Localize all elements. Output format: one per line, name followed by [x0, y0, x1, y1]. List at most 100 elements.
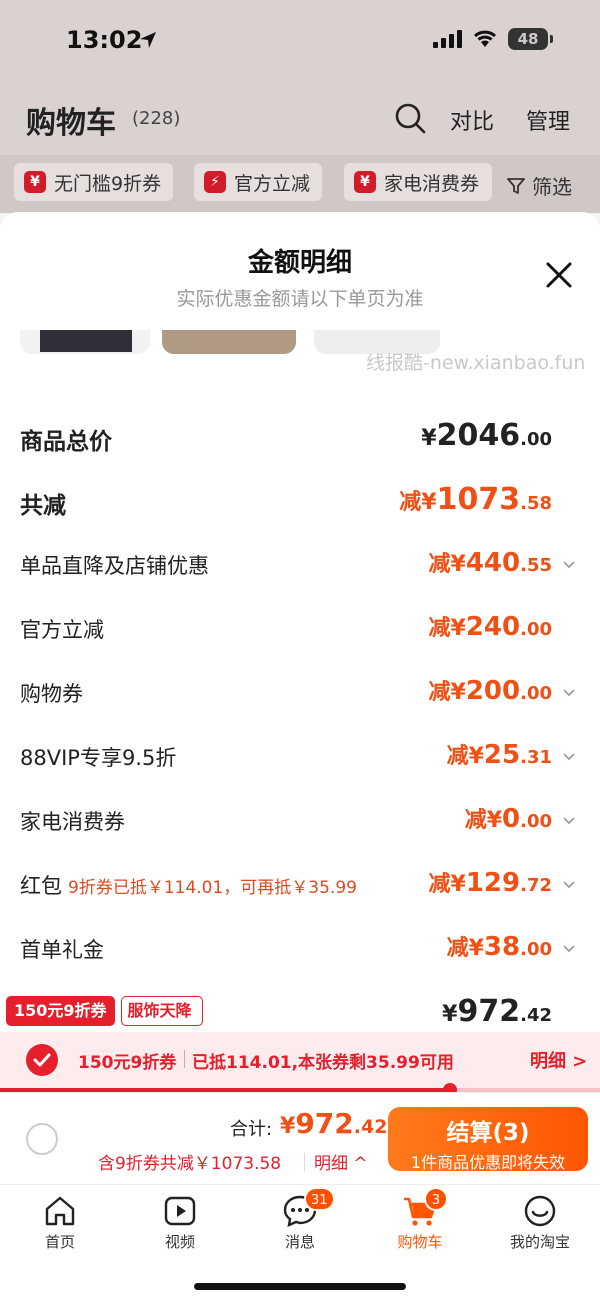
select-all-checkbox[interactable]: [26, 1123, 58, 1155]
chip-label: 无门槛9折券: [54, 172, 162, 195]
tab-profile[interactable]: 我的淘宝: [480, 1193, 600, 1252]
filter-funnel-icon: [507, 177, 525, 194]
page-title: 购物车: [26, 106, 116, 141]
chip-label: 家电消费券: [384, 172, 480, 195]
coupon-bar: 150元9折券 已抵114.01,本张券剩35.99可用 明细 >: [0, 1032, 600, 1088]
tab-home[interactable]: 首页: [0, 1193, 120, 1252]
status-time: 13:02: [66, 26, 143, 54]
battery-icon: 48: [508, 28, 553, 50]
lightning-icon: ⚡: [204, 171, 226, 193]
filter-bar: ¥ 无门槛9折券 ⚡ 官方立减 ¥ 家电消费券 筛选: [0, 155, 600, 213]
red-packet-note: 9折券已抵￥114.01，可再抵￥35.99: [68, 878, 357, 898]
saving-detail-toggle[interactable]: 明细 ^: [314, 1149, 368, 1174]
chevron-down-icon: [563, 689, 575, 697]
row-official-discount: 官方立减 减¥240.00: [20, 610, 580, 650]
row-value: 减¥25.31: [446, 740, 552, 770]
saving-note: 含9折券共减￥1073.58: [98, 1154, 282, 1174]
row-value: 减¥1073.58: [399, 482, 552, 517]
cart-header: 购物车 (228) 对比 管理: [0, 80, 600, 155]
row-label: 首单礼金: [20, 938, 104, 962]
status-indicators: 48: [433, 28, 553, 50]
tab-label: 视频: [164, 1233, 195, 1251]
location-arrow-icon: [140, 32, 156, 48]
home-icon: [45, 1196, 75, 1226]
total-value: ¥972.42: [280, 1107, 388, 1140]
filter-button[interactable]: 筛选: [506, 171, 572, 200]
row-label: 商品总价: [20, 429, 112, 455]
row-store-discount[interactable]: 单品直降及店铺优惠 减¥440.55: [20, 546, 580, 586]
row-label: 单品直降及店铺优惠: [20, 554, 209, 578]
checkout-button-label: 结算(3): [446, 1120, 530, 1146]
row-shopping-coupon[interactable]: 购物券 减¥200.00: [20, 674, 580, 714]
sheet-title: 金额明细: [247, 248, 352, 278]
tab-label: 购物车: [397, 1233, 443, 1251]
tab-cart[interactable]: 3 购物车: [360, 1187, 480, 1252]
filter-chip-discount-coupon[interactable]: ¥ 无门槛9折券: [14, 163, 174, 201]
coupon-tag-outline: 服饰天降: [120, 996, 203, 1026]
chevron-down-icon: [563, 561, 575, 569]
row-value: 减¥200.00: [428, 676, 552, 706]
row-total-discount: 共减 减¥1073.58: [20, 482, 580, 522]
coupon-name: 150元9折券: [78, 1053, 177, 1073]
checkout-button-subtext: 1件商品优惠即将失效: [410, 1153, 566, 1172]
chevron-down-icon: [563, 881, 575, 889]
coupon-tag-red: 150元9折券: [6, 996, 115, 1026]
row-value: 减¥129.72: [428, 868, 552, 898]
checkout-button[interactable]: 结算(3) 1件商品优惠即将失效: [388, 1107, 588, 1172]
tab-messages[interactable]: 31 消息: [240, 1187, 360, 1252]
chevron-down-icon: [563, 817, 575, 825]
row-value: 减¥0.00: [464, 804, 552, 834]
coupon-checkbox[interactable]: [26, 1044, 58, 1076]
profile-icon: [524, 1195, 556, 1227]
manage-button[interactable]: 管理: [526, 104, 570, 136]
coupon-tags: 150元9折券 服饰天降: [6, 996, 203, 1026]
tab-bar: 首页 视频 31 消息 3 购物车 我的淘宝: [0, 1184, 600, 1300]
row-label: 88VIP专享9.5折: [20, 746, 177, 770]
amount-detail-sheet: 金额明细 实际优惠金额请以下单页为准 线报酷-new.xianbao.fun 商…: [0, 212, 600, 1300]
status-bar: 13:02 48: [0, 0, 600, 80]
coupon-status: 已抵114.01,本张券剩35.99可用: [192, 1053, 454, 1073]
coupon-icon: ¥: [24, 171, 46, 193]
row-value: 减¥240.00: [428, 612, 552, 642]
row-value: ¥972.42: [442, 994, 552, 1029]
row-value: 减¥440.55: [428, 548, 552, 578]
row-label: 红包 9折券已抵￥114.01，可再抵￥35.99: [20, 874, 357, 898]
search-icon[interactable]: [394, 102, 426, 134]
checkout-bar: 合计: ¥972.42 含9折券共减￥1073.58 明细 ^ 结算(3) 1件…: [0, 1092, 600, 1184]
chip-label: 官方立减: [234, 172, 311, 195]
cart-badge: 3: [424, 1187, 448, 1211]
filter-chip-official-discount[interactable]: ⚡ 官方立减: [194, 163, 323, 201]
tab-label: 消息: [284, 1233, 315, 1251]
home-indicator: [194, 1283, 406, 1290]
filter-label: 筛选: [532, 175, 572, 199]
row-label: 家电消费券: [20, 810, 125, 834]
chevron-down-icon: [563, 945, 575, 953]
sheet-subtitle: 实际优惠金额请以下单页为准: [176, 288, 424, 310]
row-total-price: 商品总价 ¥2046.00: [20, 418, 580, 458]
tab-label: 首页: [44, 1233, 75, 1251]
coupon-icon: ¥: [354, 171, 376, 193]
row-label: 购物券: [20, 682, 83, 706]
row-value: 减¥38.00: [446, 932, 552, 962]
product-thumbnail[interactable]: [162, 330, 296, 354]
watermark: 线报酷-new.xianbao.fun: [366, 352, 586, 374]
cellular-signal-icon: [433, 30, 462, 48]
row-value: ¥2046.00: [421, 418, 552, 453]
coupon-detail-link[interactable]: 明细 >: [530, 1047, 587, 1073]
cart-count: (228): [132, 108, 181, 129]
check-icon: [33, 1053, 51, 1067]
filter-chip-appliance-coupon[interactable]: ¥ 家电消费券: [344, 163, 492, 201]
row-first-order-gift[interactable]: 首单礼金 减¥38.00: [20, 930, 580, 970]
close-icon[interactable]: [542, 258, 576, 292]
row-appliance-coupon[interactable]: 家电消费券 减¥0.00: [20, 802, 580, 842]
row-label: 官方立减: [20, 618, 104, 642]
tab-label: 我的淘宝: [509, 1233, 570, 1251]
row-red-packet[interactable]: 红包 9折券已抵￥114.01，可再抵￥35.99 减¥129.72: [20, 866, 580, 906]
chevron-down-icon: [563, 753, 575, 761]
video-icon: [164, 1196, 196, 1226]
tab-video[interactable]: 视频: [120, 1193, 240, 1252]
row-88vip-discount[interactable]: 88VIP专享9.5折 减¥25.31: [20, 738, 580, 778]
product-thumbnail[interactable]: [20, 330, 150, 354]
divider: [184, 1050, 185, 1068]
compare-button[interactable]: 对比: [450, 104, 494, 136]
